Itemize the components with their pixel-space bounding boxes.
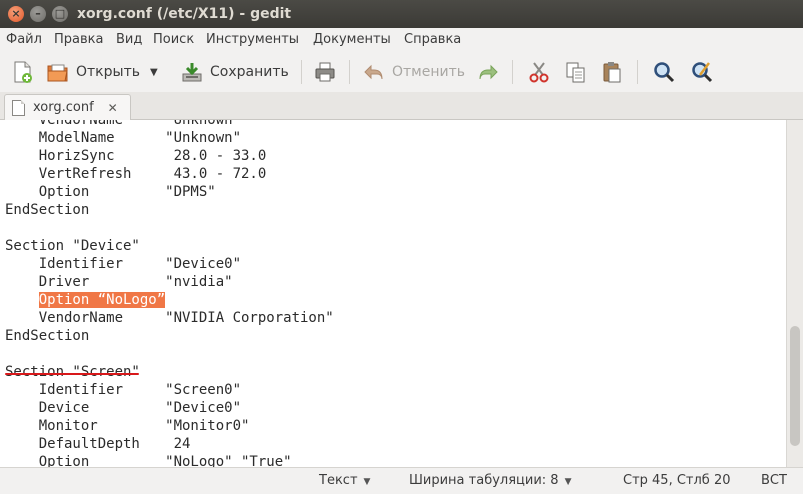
chevron-down-icon: ▼ bbox=[150, 66, 158, 78]
copy-icon bbox=[564, 60, 588, 84]
window-maximize-button[interactable]: □ bbox=[52, 6, 68, 22]
tab-width-selector[interactable]: Ширина табуляции: 8 ▼ bbox=[409, 473, 571, 488]
print-button[interactable] bbox=[313, 58, 337, 86]
window-title: xorg.conf (/etc/X11) - gedit bbox=[77, 6, 292, 22]
code-line: HorizSync 28.0 - 33.0 bbox=[5, 148, 267, 164]
code-line: ModelName "Unknown" bbox=[5, 130, 242, 146]
open-label: Открыть bbox=[76, 64, 140, 80]
redo-arrow-icon bbox=[476, 60, 500, 84]
highlighted-selection: Option “NoLogo” bbox=[38, 292, 166, 308]
chevron-down-icon: ▼ bbox=[363, 477, 371, 487]
tab-label: xorg.conf bbox=[33, 100, 94, 115]
toolbar-separator bbox=[349, 60, 350, 84]
open-button[interactable]: Открыть bbox=[46, 58, 140, 86]
menu-view[interactable]: Вид bbox=[116, 32, 142, 47]
paste-button[interactable] bbox=[600, 58, 624, 86]
syntax-selector[interactable]: Текст ▼ bbox=[319, 473, 370, 488]
search-icon bbox=[652, 60, 676, 84]
editor-content[interactable]: VendorName "Unknown" ModelName "Unknown"… bbox=[5, 120, 334, 467]
find-button[interactable] bbox=[652, 58, 676, 86]
redo-button[interactable] bbox=[476, 58, 500, 86]
code-line: Option "DPMS" bbox=[5, 184, 216, 200]
insert-mode: ВСТ bbox=[761, 473, 787, 488]
code-line: ​ bbox=[5, 219, 334, 237]
code-line: Identifier "Screen0" bbox=[5, 382, 242, 398]
find-replace-icon bbox=[690, 60, 714, 84]
menu-tools[interactable]: Инструменты bbox=[206, 32, 299, 47]
menu-file[interactable]: Файл bbox=[6, 32, 42, 47]
code-line: VendorName "Unknown" bbox=[5, 120, 242, 128]
code-line: Option “NoLogo” bbox=[5, 291, 334, 309]
printer-icon bbox=[313, 60, 337, 84]
code-line: Identifier "Device0" bbox=[5, 256, 242, 272]
new-button[interactable] bbox=[10, 58, 34, 86]
new-document-icon bbox=[10, 60, 34, 84]
tab-xorg-conf[interactable]: xorg.conf ✕ bbox=[4, 94, 131, 120]
code-line: Section "Device" bbox=[5, 238, 140, 254]
text-editor[interactable]: VendorName "Unknown" ModelName "Unknown"… bbox=[0, 120, 786, 467]
scissors-icon bbox=[527, 60, 551, 84]
toolbar-separator bbox=[637, 60, 638, 84]
open-recent-dropdown[interactable]: ▼ bbox=[150, 58, 158, 86]
menu-help[interactable]: Справка bbox=[404, 32, 461, 47]
red-underline-annotation bbox=[5, 373, 139, 375]
code-line: Monitor "Monitor0" bbox=[5, 418, 250, 434]
scrollbar-thumb[interactable] bbox=[790, 326, 800, 446]
text-document-icon bbox=[12, 99, 25, 116]
window-minimize-button[interactable]: – bbox=[30, 6, 46, 22]
code-line: EndSection bbox=[5, 202, 90, 218]
code-line: VendorName "NVIDIA Corporation" bbox=[5, 310, 334, 326]
document-tab-bar: xorg.conf ✕ bbox=[0, 92, 803, 120]
window-close-button[interactable]: × bbox=[8, 6, 24, 22]
status-bar: Текст ▼ Ширина табуляции: 8 ▼ Стр 45, Стлб… bbox=[0, 467, 803, 494]
toolbar-separator bbox=[512, 60, 513, 84]
save-label: Сохранить bbox=[210, 64, 289, 80]
code-line: Device "Device0" bbox=[5, 400, 242, 416]
paste-clipboard-icon bbox=[600, 60, 624, 84]
cursor-position: Стр 45, Стлб 20 bbox=[623, 473, 731, 488]
vertical-scrollbar[interactable] bbox=[786, 120, 803, 467]
code-line: EndSection bbox=[5, 328, 90, 344]
open-folder-icon bbox=[46, 60, 70, 84]
copy-button[interactable] bbox=[564, 58, 588, 86]
menu-edit[interactable]: Правка bbox=[54, 32, 103, 47]
code-line: VertRefresh 43.0 - 72.0 bbox=[5, 166, 267, 182]
undo-label: Отменить bbox=[392, 64, 466, 80]
code-line: DefaultDepth 24 bbox=[5, 436, 191, 452]
replace-button[interactable] bbox=[690, 58, 714, 86]
chevron-down-icon: ▼ bbox=[564, 477, 572, 487]
title-bar: × – □ xorg.conf (/etc/X11) - gedit bbox=[0, 0, 803, 28]
toolbar-separator bbox=[301, 60, 302, 84]
code-line: Option "NoLogo" "True" bbox=[5, 454, 292, 467]
code-line: Driver "nvidia" bbox=[5, 274, 233, 290]
menu-search[interactable]: Поиск bbox=[153, 32, 194, 47]
code-line: Section "Screen" bbox=[5, 364, 140, 380]
save-icon bbox=[180, 60, 204, 84]
save-button[interactable]: Сохранить bbox=[180, 58, 289, 86]
code-line: ​ bbox=[5, 345, 334, 363]
menu-bar: Файл Правка Вид Поиск Инструменты Докуме… bbox=[0, 28, 803, 52]
undo-button[interactable]: Отменить bbox=[362, 58, 465, 86]
close-tab-icon[interactable]: ✕ bbox=[108, 101, 118, 115]
menu-documents[interactable]: Документы bbox=[313, 32, 391, 47]
toolbar: Открыть ▼ Сохранить Отменить bbox=[0, 52, 803, 93]
cut-button[interactable] bbox=[527, 58, 551, 86]
undo-arrow-icon bbox=[362, 60, 386, 84]
